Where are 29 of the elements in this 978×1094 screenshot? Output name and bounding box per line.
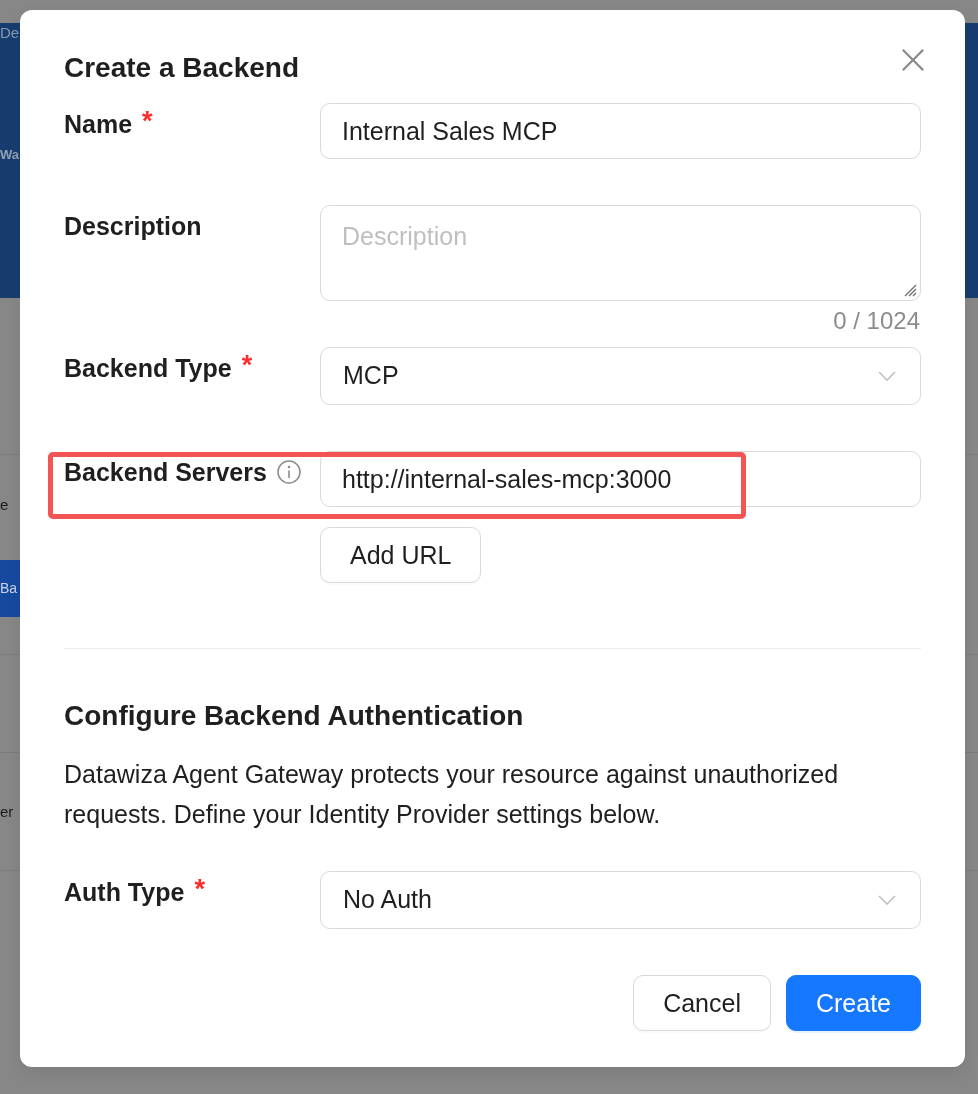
text-input[interactable]: Internal Sales MCP (320, 103, 921, 159)
field-label: Backend Servers (64, 457, 267, 488)
page-title: Wa (0, 146, 20, 164)
field-label: Name (64, 109, 133, 140)
page-subtitle: De (0, 23, 20, 43)
page-button[interactable]: Ba (0, 560, 20, 617)
section-title: Configure Backend Authentication (64, 699, 524, 733)
close-icon (902, 49, 924, 71)
chevron-down-icon (878, 895, 896, 905)
field-label: Auth Type (64, 877, 185, 908)
table-text: er (0, 802, 15, 822)
select-field[interactable]: MCP (320, 347, 921, 405)
add-url-button[interactable]: Add URL (320, 527, 482, 583)
character-counter: 0 / 1024 (833, 309, 921, 333)
create-button[interactable]: Create (785, 975, 921, 1031)
table-text: e (0, 495, 10, 515)
url-input[interactable]: http://internal-sales-mcp:3000 (320, 451, 921, 507)
field-label: Backend Type (64, 353, 232, 384)
select-field[interactable]: No Auth (320, 871, 921, 929)
chevron-down-icon (878, 371, 896, 381)
required-mark: * (241, 351, 253, 379)
required-mark: * (194, 875, 205, 903)
section-description: Datawiza Agent Gateway protects your resource against unauthorized requests. Define your Identity Provider settings below. (64, 759, 840, 830)
dialog-title: Create a Backend (64, 51, 299, 85)
required-mark: * (142, 107, 153, 135)
textarea-field[interactable]: Description (320, 205, 921, 301)
resize-grip-icon (903, 283, 917, 297)
cancel-button[interactable]: Cancel (633, 975, 771, 1031)
field-label: Description (64, 211, 202, 242)
